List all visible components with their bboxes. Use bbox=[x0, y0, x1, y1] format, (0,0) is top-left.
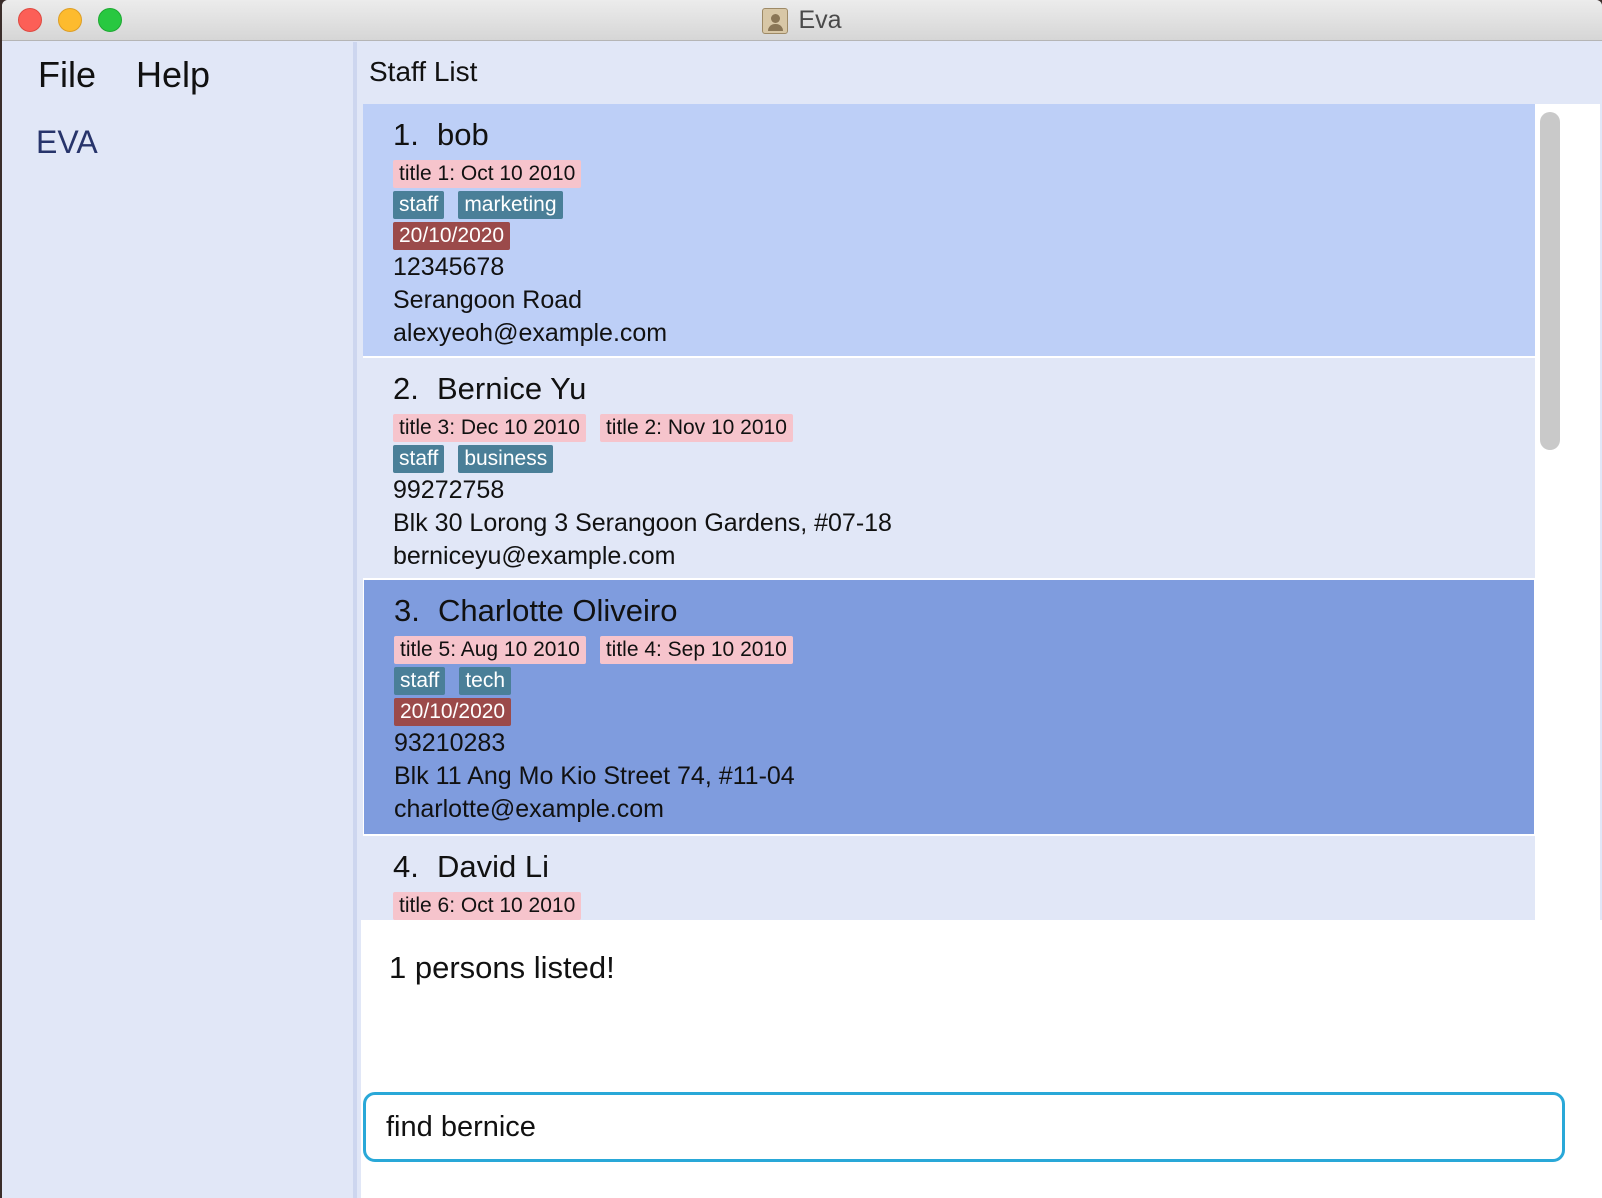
title-chip: title 3: Dec 10 2010 bbox=[393, 413, 586, 442]
command-input[interactable] bbox=[363, 1092, 1565, 1162]
person-address: Blk 11 Ang Mo Kio Street 74, #11-04 bbox=[394, 762, 795, 790]
sidebar: File Help EVA bbox=[2, 42, 357, 1198]
tag-chip-row: staff tech bbox=[394, 665, 1534, 696]
person-name-row: 4. David Li bbox=[393, 844, 1535, 890]
menu-bar: File Help bbox=[38, 54, 210, 96]
person-name: Charlotte Oliveiro bbox=[438, 593, 678, 628]
command-area bbox=[361, 1088, 1602, 1198]
tag-chip: staff bbox=[394, 666, 446, 695]
person-name-row: 3. Charlotte Oliveiro bbox=[394, 588, 1534, 634]
help-menu[interactable]: Help bbox=[136, 54, 210, 96]
title-chip-row: title 1: Oct 10 2010 bbox=[393, 158, 1535, 189]
person-email: berniceyu@example.com bbox=[393, 542, 676, 570]
date-chip: 20/10/2020 bbox=[393, 221, 511, 250]
title-chip: title 5: Aug 10 2010 bbox=[394, 635, 586, 664]
main-panel: Staff List 1. bob title 1: Oct 10 2010 st… bbox=[361, 42, 1602, 1198]
person-address: Blk 30 Lorong 3 Serangoon Gardens, #07-1… bbox=[393, 509, 892, 537]
tag-chip: staff bbox=[393, 444, 445, 473]
staff-list[interactable]: 1. bob title 1: Oct 10 2010 staff marketi… bbox=[363, 104, 1600, 962]
title-chip: title 4: Sep 10 2010 bbox=[599, 635, 793, 664]
title-chip: title 1: Oct 10 2010 bbox=[393, 159, 582, 188]
tag-chip-row: staff marketing bbox=[393, 189, 1535, 220]
person-name: bob bbox=[437, 117, 489, 152]
date-chip: 20/10/2020 bbox=[394, 697, 512, 726]
tag-chip: business bbox=[458, 444, 554, 473]
person-address: Serangoon Road bbox=[393, 286, 583, 314]
file-menu[interactable]: File bbox=[38, 54, 96, 96]
person-email: charlotte@example.com bbox=[394, 795, 664, 823]
person-phone: 12345678 bbox=[393, 253, 505, 281]
panel-title: Staff List bbox=[369, 56, 478, 87]
person-phone: 93210283 bbox=[394, 729, 506, 757]
person-email: alexyeoh@example.com bbox=[393, 319, 668, 347]
person-name: Bernice Yu bbox=[437, 371, 587, 406]
person-card[interactable]: 1. bob title 1: Oct 10 2010 staff marketi… bbox=[363, 104, 1535, 356]
title-chip: title 6: Oct 10 2010 bbox=[393, 891, 582, 920]
tag-chip-row: staff business bbox=[393, 443, 1535, 474]
tag-chip: staff bbox=[393, 190, 445, 219]
title-chip-row: title 5: Aug 10 2010 title 4: Sep 10 201… bbox=[394, 634, 1534, 665]
window-title-group: Eva bbox=[2, 0, 1602, 41]
app-name-label: EVA bbox=[36, 124, 98, 160]
app-window: Eva File Help EVA Staff List 1. bob title… bbox=[2, 0, 1602, 1198]
person-card[interactable]: 2. Bernice Yu title 3: Dec 10 2010 title … bbox=[363, 358, 1535, 578]
person-phone: 99272758 bbox=[393, 476, 505, 504]
person-index: 3. bbox=[394, 593, 420, 628]
staff-list-header: Staff List bbox=[361, 42, 1602, 102]
date-chip-row: 20/10/2020 bbox=[393, 220, 1535, 251]
person-index: 4. bbox=[393, 849, 419, 884]
contacts-app-icon bbox=[762, 7, 789, 34]
title-bar: Eva bbox=[2, 0, 1602, 41]
list-scrollbar-thumb[interactable] bbox=[1540, 112, 1560, 450]
result-display: 1 persons listed! bbox=[361, 920, 1602, 1088]
date-chip-row: 20/10/2020 bbox=[394, 696, 1534, 727]
person-index: 2. bbox=[393, 371, 419, 406]
title-chip-row: title 6: Oct 10 2010 bbox=[393, 890, 1535, 921]
person-name: David Li bbox=[437, 849, 549, 884]
person-name-row: 1. bob bbox=[393, 112, 1535, 158]
result-message: 1 persons listed! bbox=[389, 950, 615, 985]
tag-chip: marketing bbox=[458, 190, 563, 219]
person-name-row: 2. Bernice Yu bbox=[393, 366, 1535, 412]
window-title: Eva bbox=[798, 6, 842, 34]
person-index: 1. bbox=[393, 117, 419, 152]
title-chip-row: title 3: Dec 10 2010 title 2: Nov 10 201… bbox=[393, 412, 1535, 443]
person-card-selected[interactable]: 3. Charlotte Oliveiro title 5: Aug 10 201… bbox=[364, 580, 1534, 834]
tag-chip: tech bbox=[459, 666, 512, 695]
title-chip: title 2: Nov 10 2010 bbox=[599, 413, 793, 442]
